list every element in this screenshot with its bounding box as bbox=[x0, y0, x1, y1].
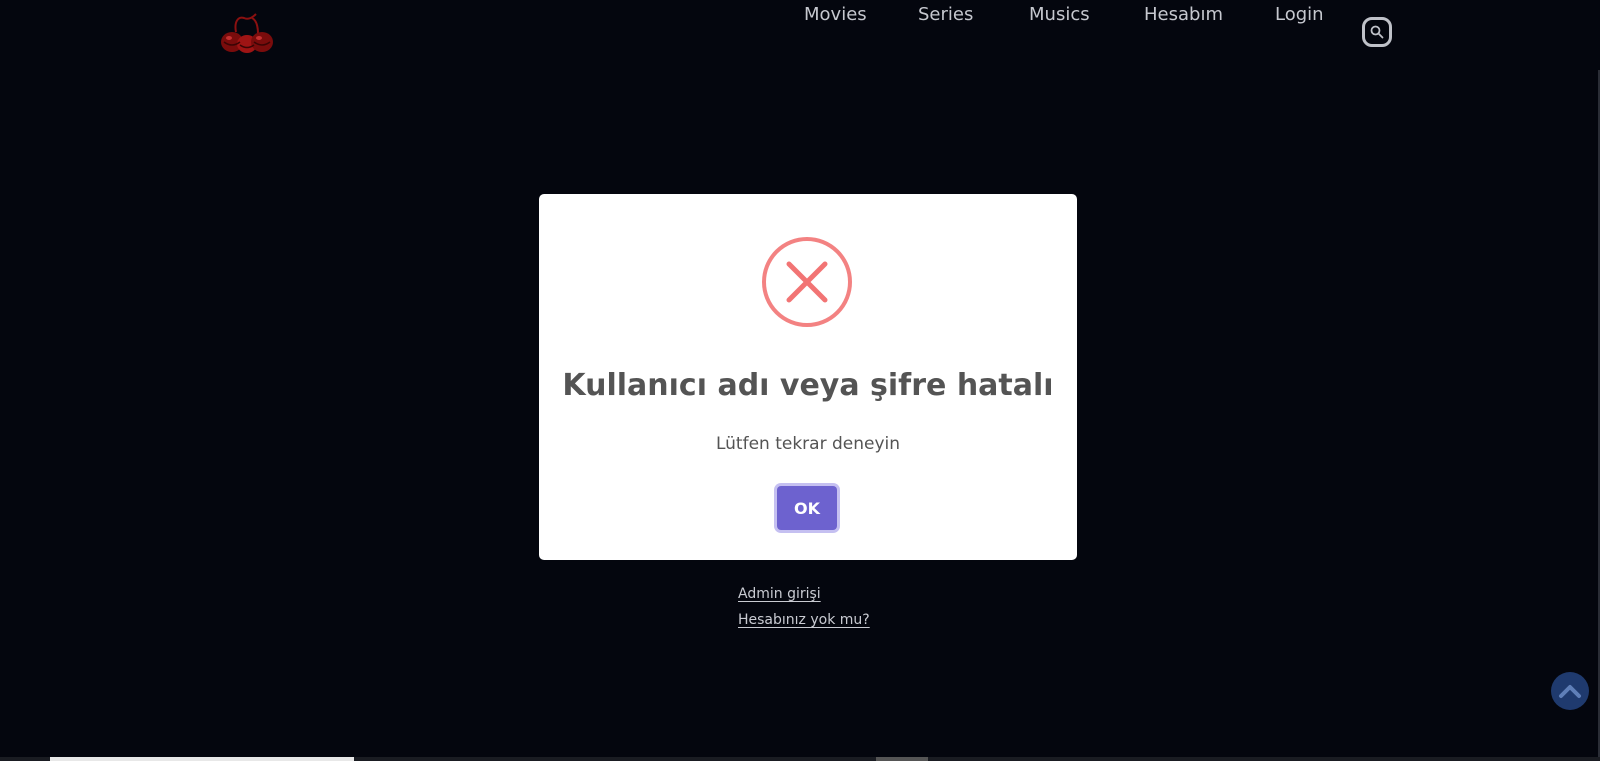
navbar: Movies Series Musics Hesabım Login bbox=[0, 0, 1600, 68]
error-dialog: Kullanıcı adı veya şifre hatalı Lütfen t… bbox=[539, 194, 1077, 560]
chevron-up-icon bbox=[1559, 685, 1581, 698]
search-icon bbox=[1370, 25, 1384, 39]
scroll-to-top-button[interactable] bbox=[1551, 672, 1589, 710]
nav-musics-link[interactable]: Musics bbox=[1029, 4, 1090, 25]
nav-hesabim-link[interactable]: Hesabım bbox=[1144, 4, 1223, 25]
bottom-segment bbox=[50, 757, 354, 761]
nav-movies-link[interactable]: Movies bbox=[804, 4, 867, 25]
register-link[interactable]: Hesabınız yok mu? bbox=[738, 612, 870, 628]
search-button[interactable] bbox=[1362, 17, 1392, 47]
dialog-title: Kullanıcı adı veya şifre hatalı bbox=[562, 368, 1054, 403]
nav-login-link[interactable]: Login bbox=[1275, 4, 1324, 25]
dialog-message: Lütfen tekrar deneyin bbox=[715, 434, 901, 454]
nav-series-link[interactable]: Series bbox=[918, 4, 973, 25]
ok-button[interactable]: OK bbox=[777, 486, 837, 530]
cherries-logo-icon[interactable] bbox=[218, 12, 276, 54]
admin-login-link[interactable]: Admin girişi bbox=[738, 586, 821, 602]
page: Movies Series Musics Hesabım Login Admin… bbox=[0, 0, 1600, 761]
bottom-segment bbox=[876, 757, 928, 761]
error-x-icon bbox=[761, 236, 853, 328]
